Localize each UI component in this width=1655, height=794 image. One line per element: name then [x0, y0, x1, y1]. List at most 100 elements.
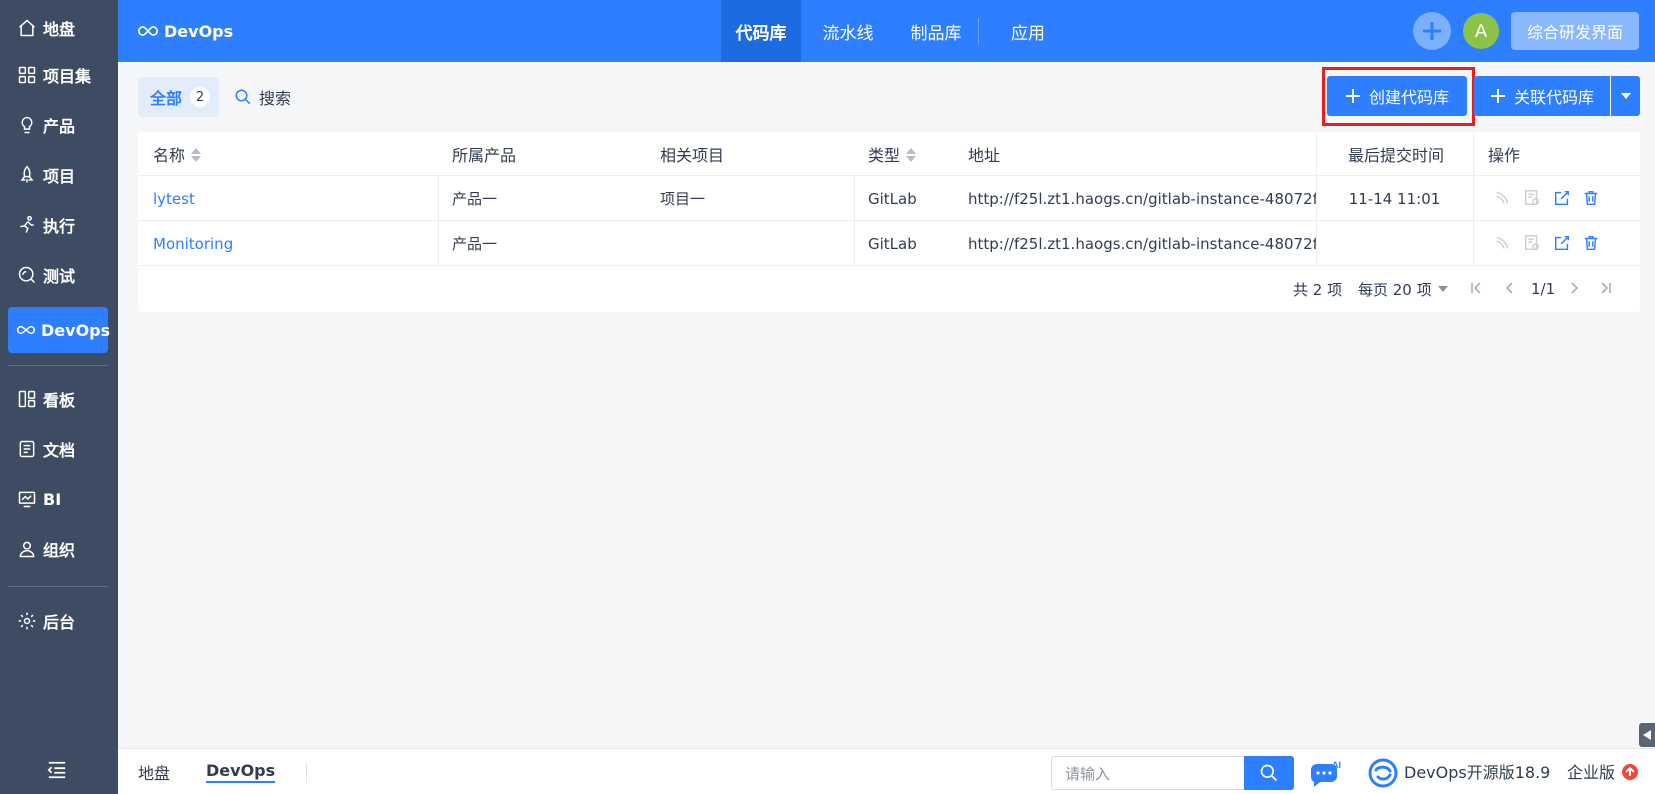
- execute-icon: [1493, 188, 1513, 208]
- create-repo-label: 创建代码库: [1368, 88, 1449, 107]
- search-icon: [235, 89, 251, 105]
- prev-page-icon[interactable]: [1503, 281, 1517, 295]
- sidebar-item-label: BI: [43, 489, 62, 509]
- brand: DevOps: [138, 0, 233, 62]
- pager-per-page[interactable]: 每页 20 项: [1358, 276, 1448, 302]
- test-icon: [16, 264, 38, 286]
- sidebar-item-execution[interactable]: 执行: [8, 202, 108, 248]
- footer-search-button[interactable]: [1244, 756, 1294, 790]
- rocket-icon: [16, 164, 38, 186]
- col-label: 名称: [153, 146, 186, 165]
- repo-name-link[interactable]: Monitoring: [153, 221, 233, 266]
- filter-tab-all[interactable]: 全部 2: [138, 77, 219, 117]
- sidebar-item-kanban[interactable]: 看板: [8, 376, 108, 422]
- kanban-icon: [16, 388, 38, 410]
- collapse-sidebar-icon[interactable]: [46, 760, 70, 782]
- table-row: Monitoring 产品一 GitLab http://f25l.zt1.ha…: [138, 221, 1640, 266]
- sidebar-item-label: 项目: [43, 167, 76, 186]
- avatar[interactable]: A: [1463, 13, 1499, 49]
- delete-icon[interactable]: [1581, 233, 1601, 253]
- edit-icon[interactable]: [1552, 188, 1572, 208]
- count-badge: 2: [190, 87, 211, 107]
- search-icon: [1260, 764, 1278, 782]
- link-repo-button[interactable]: 关联代码库: [1474, 76, 1610, 116]
- sidebar-item-label: 地盘: [43, 20, 76, 39]
- url-cell: http://f25l.zt1.haogs.cn/gitlab-instance…: [968, 189, 1316, 208]
- last-page-icon[interactable]: [1599, 281, 1613, 295]
- sidebar-item-product[interactable]: 产品: [8, 102, 108, 148]
- sidebar-item-label: 测试: [43, 267, 76, 286]
- gear-icon: [16, 610, 38, 632]
- link-repo-label: 关联代码库: [1513, 88, 1594, 107]
- upgrade-icon[interactable]: [1622, 764, 1638, 780]
- top-header: DevOps 代码库 流水线 制品库 应用 A 综合研发界面: [118, 0, 1655, 62]
- grid-icon: [16, 64, 38, 86]
- tab-repo[interactable]: 代码库: [721, 0, 801, 62]
- footer-search-input[interactable]: 请输入: [1051, 756, 1244, 790]
- bulb-icon: [16, 114, 38, 136]
- delete-icon[interactable]: [1581, 188, 1601, 208]
- infinity-icon: [16, 319, 36, 341]
- col-project: 相关项目: [660, 146, 725, 165]
- tab-app[interactable]: 应用: [988, 0, 1068, 62]
- sidebar-item-label: 后台: [43, 613, 76, 632]
- sidebar-item-programs[interactable]: 项目集: [8, 52, 108, 98]
- sidebar-item-label: DevOps: [41, 320, 111, 340]
- next-page-icon[interactable]: [1567, 281, 1581, 295]
- plus-icon: [1490, 89, 1505, 103]
- breadcrumb-current[interactable]: DevOps: [206, 749, 276, 794]
- search-toggle[interactable]: 搜索: [234, 77, 291, 117]
- pager-total: 共 2 项: [1293, 280, 1343, 299]
- table-row: lytest 产品一 项目一 GitLab http://f25l.zt1.ha…: [138, 176, 1640, 221]
- run-icon: [16, 214, 38, 236]
- version-label[interactable]: DevOps开源版18.9: [1404, 748, 1550, 794]
- create-repo-button[interactable]: 创建代码库: [1327, 76, 1467, 116]
- sidebar-item-admin[interactable]: 后台: [8, 598, 108, 644]
- first-page-icon[interactable]: [1469, 281, 1483, 295]
- doc-icon: [16, 438, 38, 460]
- tab-pipeline[interactable]: 流水线: [808, 0, 888, 62]
- integrated-dev-button[interactable]: 综合研发界面: [1511, 12, 1639, 50]
- sidebar-item-label: 文档: [43, 441, 76, 460]
- plus-icon: [1345, 89, 1360, 103]
- sidebar-item-label: 产品: [43, 117, 76, 136]
- monitor-icon: [16, 488, 38, 510]
- infinity-icon: [138, 25, 158, 37]
- link-repo-dropdown[interactable]: [1611, 76, 1640, 116]
- project-cell: 项目一: [660, 190, 706, 208]
- sidebar-item-test[interactable]: 测试: [8, 252, 108, 298]
- edition-link[interactable]: 企业版: [1567, 748, 1615, 794]
- product-cell: 产品一: [452, 190, 498, 208]
- user-icon: [16, 538, 38, 560]
- sidebar-item-bi[interactable]: BI: [8, 476, 108, 522]
- type-cell: GitLab: [868, 189, 917, 208]
- panel-toggle-icon[interactable]: [1639, 723, 1655, 747]
- sidebar-item-label: 执行: [43, 217, 76, 236]
- sidebar-item-label: 组织: [43, 541, 76, 560]
- home-icon: [16, 17, 38, 39]
- type-cell: GitLab: [868, 234, 917, 253]
- tab-artifact[interactable]: 制品库: [896, 0, 976, 62]
- tab-divider: [978, 18, 979, 44]
- col-label: 类型: [868, 146, 901, 165]
- sidebar-item-project[interactable]: 项目: [8, 152, 108, 198]
- col-actions: 操作: [1488, 146, 1521, 165]
- sidebar-item-home[interactable]: 地盘: [8, 5, 108, 51]
- col-type[interactable]: 类型: [868, 132, 917, 176]
- search-label: 搜索: [259, 89, 292, 108]
- col-last-commit: 最后提交时间: [1348, 146, 1445, 165]
- edit-icon[interactable]: [1552, 233, 1572, 253]
- quick-create-button[interactable]: [1413, 12, 1451, 50]
- sidebar-item-devops[interactable]: DevOps: [8, 307, 111, 353]
- sort-icon: [906, 147, 917, 162]
- product-cell: 产品一: [452, 235, 498, 253]
- sort-icon: [191, 147, 202, 162]
- caret-down-icon: [1620, 93, 1631, 99]
- col-product: 所属产品: [452, 146, 517, 165]
- breadcrumb-home[interactable]: 地盘: [138, 749, 170, 794]
- repo-name-link[interactable]: lytest: [153, 176, 195, 221]
- col-name[interactable]: 名称: [153, 132, 202, 176]
- sidebar-item-org[interactable]: 组织: [8, 526, 108, 572]
- sidebar-item-doc[interactable]: 文档: [8, 426, 108, 472]
- ai-chat-icon[interactable]: AI: [1308, 760, 1344, 788]
